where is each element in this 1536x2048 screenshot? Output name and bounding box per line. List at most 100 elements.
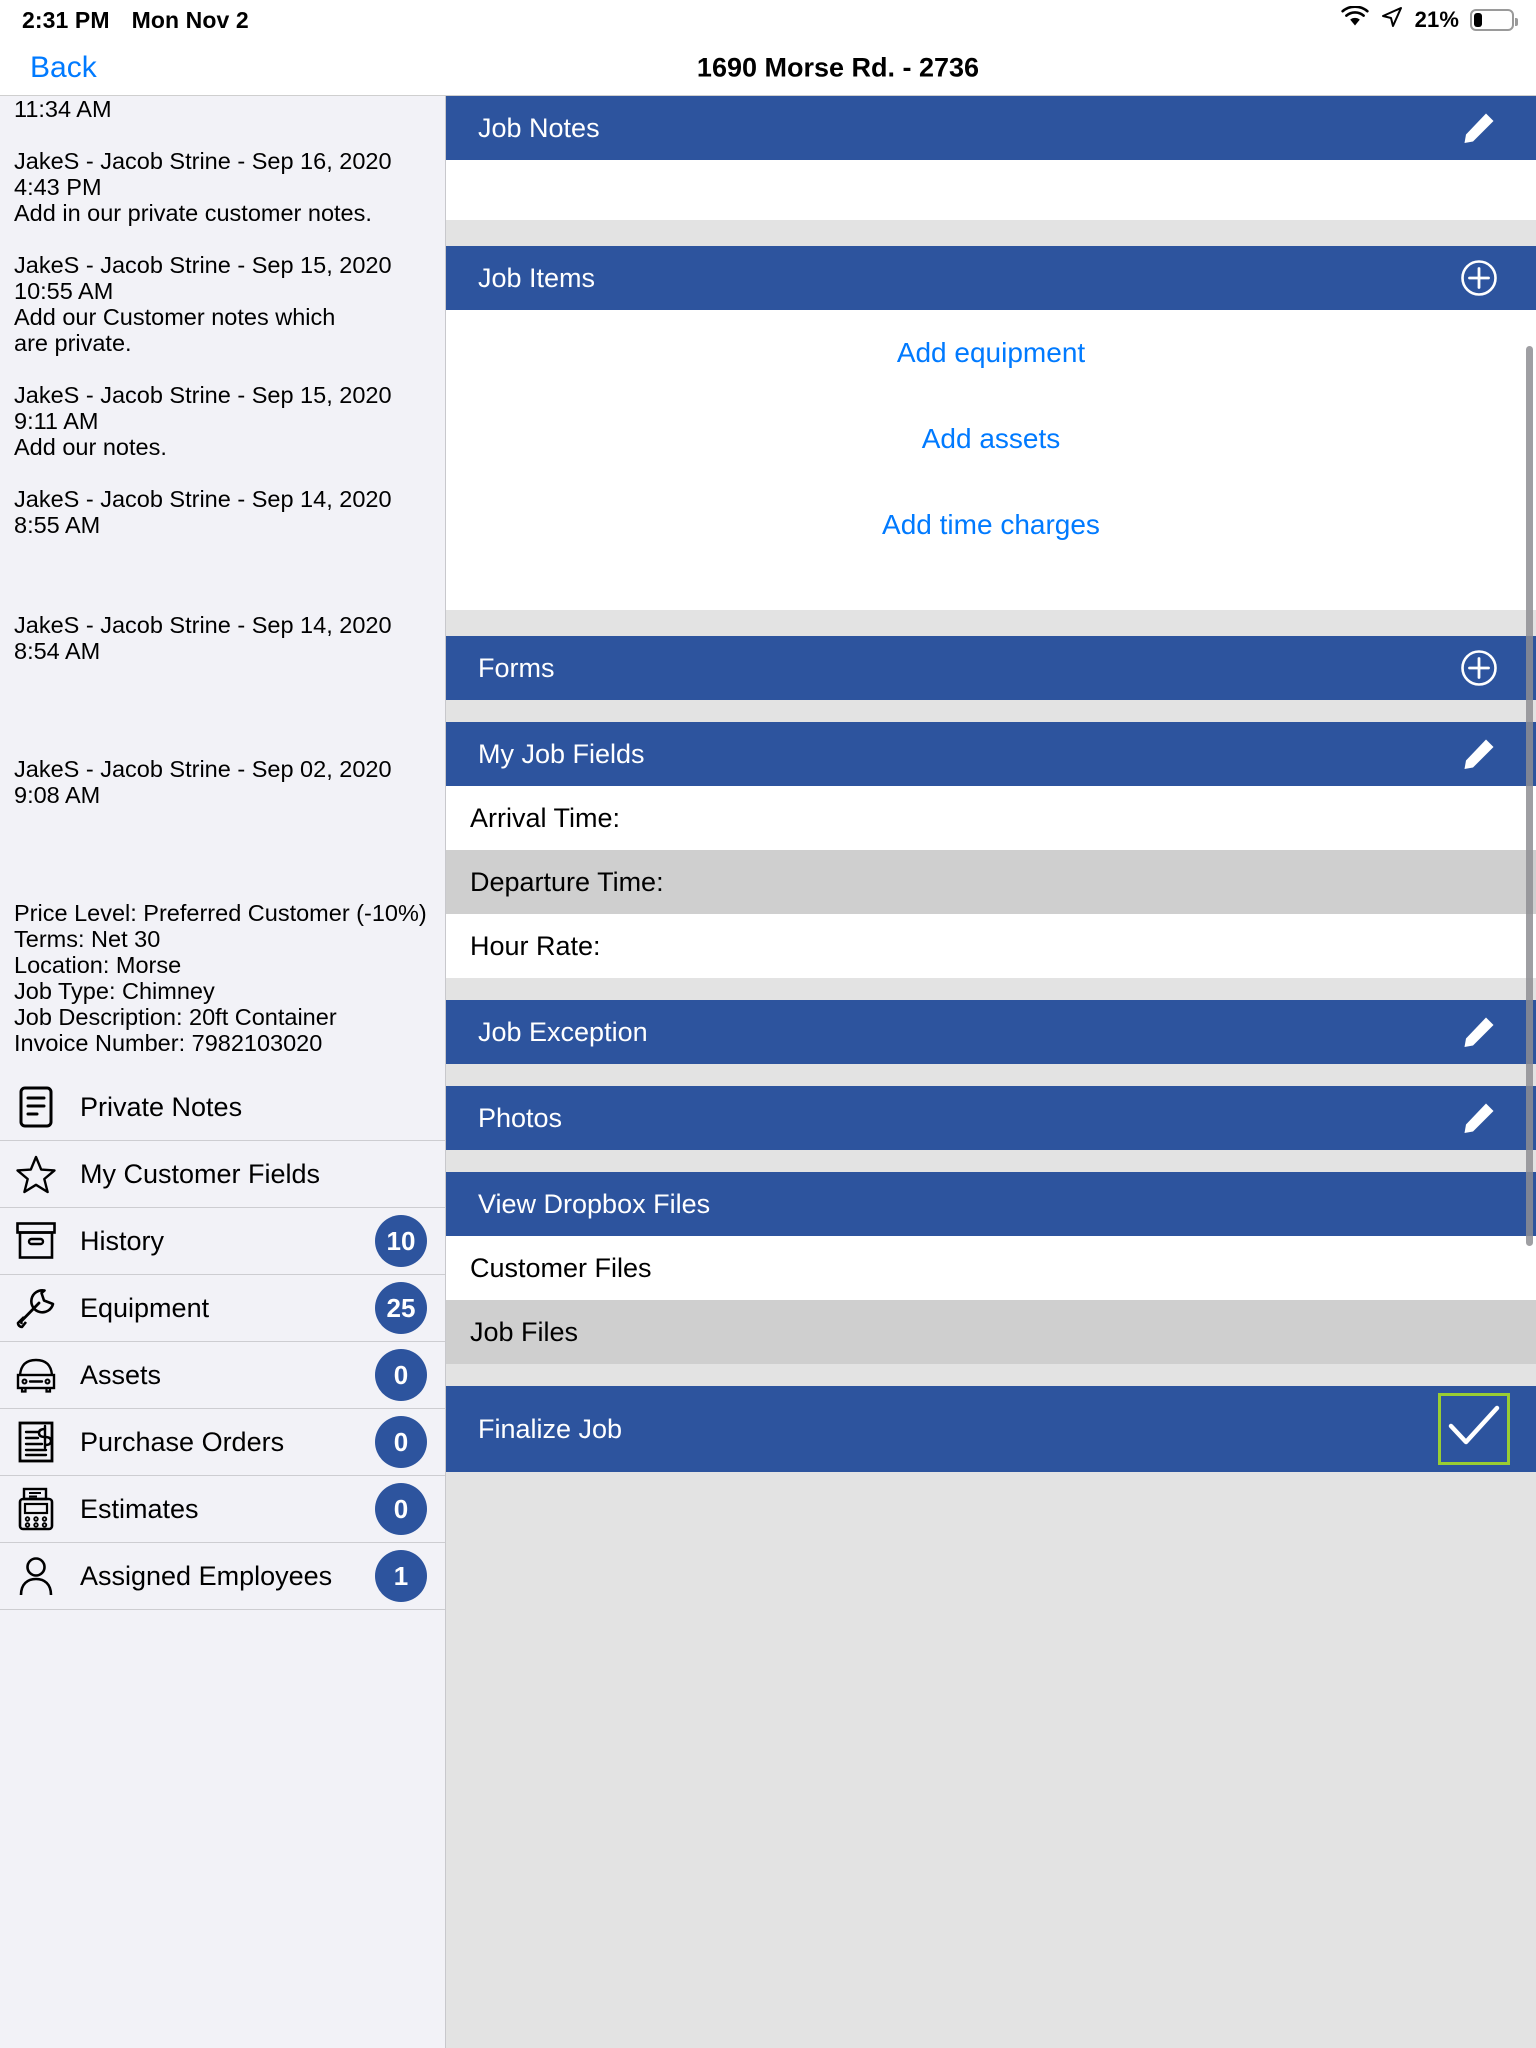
note-header: JakeS - Jacob Strine - Sep 15, 2020 (14, 252, 392, 278)
add-equipment-link[interactable]: Add equipment (446, 310, 1536, 396)
app-root: 2:31 PM Mon Nov 2 21% Back 1690 Morse Rd (0, 0, 1536, 2048)
status-badge: 10 (375, 1215, 427, 1267)
sidebar-item-private-notes[interactable]: Private Notes (0, 1074, 445, 1141)
sidebar-item-assets[interactable]: Assets 0 (0, 1342, 445, 1409)
section-title: Job Exception (478, 1016, 648, 1047)
detail-panel: Job Notes Job Items Add equipment Add as… (446, 96, 1536, 2048)
section-title: View Dropbox Files (478, 1188, 711, 1219)
status-badge: 1 (375, 1550, 427, 1602)
sidebar-item-purchase-orders[interactable]: Purchase Orders 0 (0, 1409, 445, 1476)
note-time: 9:11 AM (14, 408, 99, 434)
status-badge: 25 (375, 1282, 427, 1334)
job-type-line: Job Type: Chimney (14, 978, 215, 1004)
job-notes-body[interactable] (446, 160, 1536, 220)
page-title: 1690 Morse Rd. - 2736 (696, 52, 980, 82)
scrollbar-thumb[interactable] (1526, 346, 1533, 1246)
note-header: JakeS - Jacob Strine - Sep 14, 2020 (14, 612, 392, 638)
dropbox-row-customer-files[interactable]: Customer Files (446, 1236, 1536, 1300)
note-header: JakeS - Jacob Strine - Sep 15, 2020 (14, 382, 392, 408)
person-icon (14, 1554, 58, 1598)
sidebar-item-equipment[interactable]: Equipment 25 (0, 1275, 445, 1342)
field-row-arrival-time[interactable]: Arrival Time: (446, 786, 1536, 850)
section-header-job-exception[interactable]: Job Exception (446, 1000, 1536, 1064)
section-title: My Job Fields (478, 738, 645, 769)
dropbox-row-job-files[interactable]: Job Files (446, 1300, 1536, 1364)
add-time-charges-link[interactable]: Add time charges (446, 482, 1536, 568)
section-header-forms[interactable]: Forms (446, 636, 1536, 700)
job-info-block: Price Level: Preferred Customer (-10%) T… (14, 900, 431, 1056)
sidebar-menu: Private Notes My Customer Fields History… (0, 1074, 445, 1610)
job-items-body: Add equipment Add assets Add time charge… (446, 310, 1536, 610)
pencil-icon[interactable] (1456, 731, 1502, 777)
sidebar-item-my-customer-fields[interactable]: My Customer Fields (0, 1141, 445, 1208)
section-header-view-dropbox-files[interactable]: View Dropbox Files (446, 1172, 1536, 1236)
location-line: Location: Morse (14, 952, 182, 978)
price-level-line: Price Level: Preferred Customer (-10%) (14, 900, 427, 926)
add-assets-link[interactable]: Add assets (446, 396, 1536, 482)
sidebar-item-label: Assigned Employees (80, 1560, 333, 1591)
note-body: Add our Customer notes which are private… (14, 304, 336, 356)
note-header: JakeS - Jacob Strine - Sep 02, 2020 (14, 756, 392, 782)
note-body: Add our notes. (14, 434, 167, 460)
wifi-icon (1340, 5, 1369, 34)
note-time: 10:55 AM (14, 278, 114, 304)
sidebar-item-label: Equipment (80, 1292, 210, 1323)
section-header-my-job-fields[interactable]: My Job Fields (446, 722, 1536, 786)
sidebar-item-label: Purchase Orders (80, 1426, 285, 1457)
pencil-icon[interactable] (1456, 1009, 1502, 1055)
status-bar-left: 2:31 PM Mon Nov 2 (22, 7, 249, 34)
note-entry: JakeS - Jacob Strine - Sep 14, 2020 8:54… (14, 612, 431, 664)
archive-box-icon (14, 1219, 58, 1263)
status-bar-right: 21% (1340, 5, 1518, 35)
note-body: Add in our private customer notes. (14, 200, 372, 226)
sidebar-item-assigned-employees[interactable]: Assigned Employees 1 (0, 1543, 445, 1610)
note-time: 4:43 PM (14, 174, 102, 200)
field-row-departure-time[interactable]: Departure Time: (446, 850, 1536, 914)
split-view: 11:34 AM JakeS - Jacob Strine - Sep 16, … (0, 96, 1536, 2048)
plus-circle-icon[interactable] (1456, 255, 1502, 301)
invoice-dollar-icon (14, 1420, 58, 1464)
note-time: 9:08 AM (14, 782, 101, 808)
field-row-hour-rate[interactable]: Hour Rate: (446, 914, 1536, 978)
note-header: JakeS - Jacob Strine - Sep 16, 2020 (14, 148, 392, 174)
section-title: Photos (478, 1102, 563, 1133)
note-entry: JakeS - Jacob Strine - Sep 02, 2020 9:08… (14, 756, 431, 808)
note-entry: JakeS - Jacob Strine - Sep 16, 2020 4:43… (14, 148, 431, 226)
section-header-finalize-job[interactable]: Finalize Job (446, 1386, 1536, 1472)
location-arrow-icon (1380, 5, 1404, 35)
battery-percent: 21% (1414, 7, 1459, 32)
section-header-photos[interactable]: Photos (446, 1086, 1536, 1150)
status-badge: 0 (375, 1483, 427, 1535)
status-date: Mon Nov 2 (131, 6, 249, 33)
plus-circle-icon[interactable] (1456, 645, 1502, 691)
note-entry: 11:34 AM (14, 96, 431, 122)
pencil-icon[interactable] (1456, 105, 1502, 151)
invoice-number-line: Invoice Number: 7982103020 (14, 1030, 323, 1056)
note-time: 8:55 AM (14, 512, 101, 538)
sidebar-item-label: Estimates (80, 1493, 199, 1524)
status-badge: 0 (375, 1349, 427, 1401)
job-description-line: Job Description: 20ft Container (14, 1004, 337, 1030)
section-header-job-notes[interactable]: Job Notes (446, 96, 1536, 160)
section-header-job-items[interactable]: Job Items (446, 246, 1536, 310)
pencil-icon[interactable] (1456, 1095, 1502, 1141)
status-bar: 2:31 PM Mon Nov 2 21% (0, 0, 1536, 40)
note-time: 8:54 AM (14, 638, 101, 664)
sidebar-item-estimates[interactable]: Estimates 0 (0, 1476, 445, 1543)
note-time: 11:34 AM (14, 96, 112, 122)
notes-list[interactable]: 11:34 AM JakeS - Jacob Strine - Sep 16, … (0, 96, 445, 1056)
car-icon (14, 1353, 58, 1397)
calculator-icon (14, 1487, 58, 1531)
sidebar-item-history[interactable]: History 10 (0, 1208, 445, 1275)
master-panel: 11:34 AM JakeS - Jacob Strine - Sep 16, … (0, 96, 446, 2048)
sidebar-item-label: My Customer Fields (80, 1158, 321, 1189)
section-title: Finalize Job (478, 1413, 623, 1444)
star-icon (14, 1152, 58, 1196)
checkmark-icon (1446, 1402, 1502, 1457)
note-header: JakeS - Jacob Strine - Sep 14, 2020 (14, 486, 392, 512)
section-title: Job Notes (478, 112, 600, 143)
note-entry: JakeS - Jacob Strine - Sep 14, 2020 8:55… (14, 486, 431, 538)
sidebar-item-label: History (80, 1225, 165, 1256)
finalize-checkbox[interactable] (1438, 1393, 1510, 1465)
sidebar-item-label: Private Notes (80, 1091, 243, 1122)
